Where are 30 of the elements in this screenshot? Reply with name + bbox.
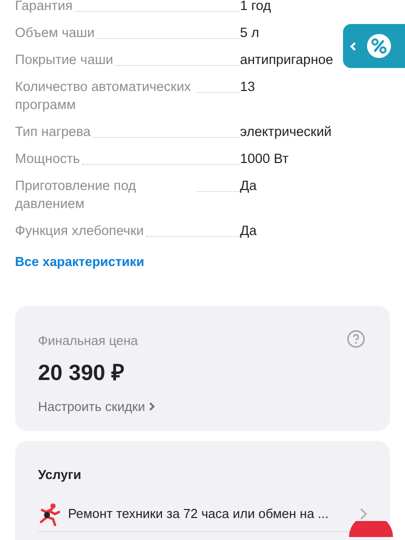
spec-value: электрический	[240, 123, 332, 141]
spec-value: Да	[240, 222, 257, 240]
spec-value: Да	[240, 177, 257, 195]
promo-tab[interactable]	[343, 24, 405, 68]
spec-label: Покрытие чаши	[15, 51, 114, 69]
chevron-right-icon	[149, 402, 156, 412]
spec-label: Тип нагрева	[15, 123, 91, 141]
spec-value: антипригарное	[240, 51, 334, 69]
spec-value: 13	[240, 78, 256, 96]
services-title: Услуги	[38, 466, 82, 484]
chevron-left-icon	[350, 42, 356, 50]
spec-label: Гарантия	[15, 0, 73, 15]
spec-value: 5 л	[240, 24, 260, 42]
spec-value: 1000 Вт	[240, 150, 289, 168]
help-icon[interactable]	[347, 330, 365, 348]
spec-label: Приготовление под давлением	[15, 177, 138, 213]
spec-label: Объем чаши	[15, 24, 95, 42]
spec-value: 1 год	[240, 0, 271, 15]
spec-label: Функция хлебопечки	[15, 222, 144, 240]
spec-label: Мощность	[15, 150, 80, 168]
spec-label: Количество автоматических программ	[15, 78, 192, 114]
floating-button[interactable]	[349, 521, 393, 537]
all-specs-link[interactable]: Все характеристики	[15, 252, 144, 272]
service-text: Ремонт техники за 72 часа или обмен на ...	[68, 504, 330, 523]
running-figure-icon	[38, 502, 60, 526]
percent-icon	[366, 33, 392, 59]
discount-link[interactable]: Настроить скидки	[38, 397, 156, 416]
price: 20 390 ₽	[38, 359, 124, 387]
price-label: Финальная цена	[38, 332, 138, 350]
chevron-right-icon	[360, 508, 367, 520]
